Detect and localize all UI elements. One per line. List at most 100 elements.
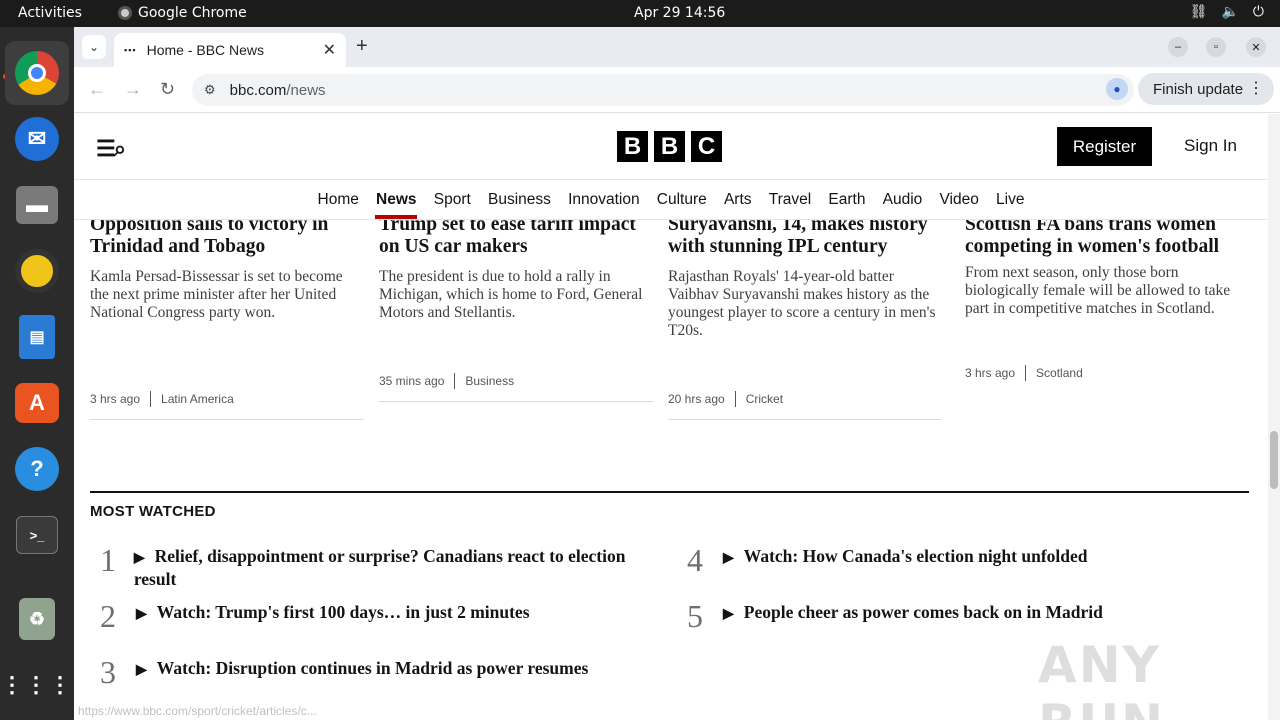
dock-writer[interactable]: ▤ <box>5 305 69 369</box>
dock-terminal[interactable]: >_ <box>5 503 69 567</box>
nav-audio[interactable]: Audio <box>874 180 931 219</box>
dock-trash[interactable]: ♻ <box>5 587 69 651</box>
rank-number: 5 <box>687 598 703 634</box>
close-tab-icon[interactable]: ✕ <box>323 40 336 60</box>
nav-business[interactable]: Business <box>479 180 559 219</box>
dock-show-apps[interactable]: ⋮⋮⋮ <box>1 653 71 717</box>
section-rule <box>90 491 1249 493</box>
new-tab-button[interactable]: + <box>356 35 368 58</box>
url-host: bbc.com <box>229 81 287 99</box>
profile-avatar[interactable]: ● <box>1106 78 1128 100</box>
video-title[interactable]: Relief, disappointment or surprise? Cana… <box>134 546 626 589</box>
forward-button[interactable]: → <box>124 79 142 100</box>
sign-in-link[interactable]: Sign In <box>1184 136 1237 156</box>
story-meta: 3 hrs ago Latin America <box>90 391 234 407</box>
activities-button[interactable]: Activities <box>18 5 82 21</box>
video-title[interactable]: People cheer as power comes back on in M… <box>744 602 1103 622</box>
app-menu[interactable]: Google Chrome <box>118 5 247 21</box>
logo-block: C <box>691 131 722 162</box>
tab-search-button[interactable]: ⌄ <box>82 35 106 59</box>
video-title[interactable]: Watch: Trump's first 100 days… in just 2… <box>157 602 530 622</box>
dock-chrome[interactable] <box>5 41 69 105</box>
bbc-logo[interactable]: B B C <box>617 131 722 162</box>
nav-news[interactable]: News <box>367 180 425 219</box>
address-bar[interactable]: ⚙ bbc.com/news ☆ <box>192 74 1134 106</box>
most-watched-item[interactable]: 5 ▶ People cheer as power comes back on i… <box>687 598 1227 635</box>
nav-innovation[interactable]: Innovation <box>559 180 648 219</box>
video-title[interactable]: Watch: Disruption continues in Madrid as… <box>157 658 589 678</box>
story-section[interactable]: Latin America <box>161 392 234 406</box>
tab-bbc-news[interactable]: ▪▪▪ Home - BBC News ✕ <box>114 33 346 67</box>
dock-rhythmbox[interactable] <box>5 239 69 303</box>
app-center-icon: A <box>15 383 59 423</box>
video-title[interactable]: Watch: How Canada's election night unfol… <box>744 546 1088 566</box>
story-headline-bottom[interactable]: competing in women's football <box>965 236 1219 257</box>
story-time: 3 hrs ago <box>90 392 141 406</box>
story-row: Opposition sails to victory in Trinidad a… <box>74 214 1268 420</box>
story-card[interactable]: Scottish FA bans trans women competing in… <box>965 214 1255 318</box>
site-info-icon[interactable]: ⚙ <box>204 82 216 98</box>
help-icon: ? <box>15 447 59 491</box>
chrome-icon <box>15 51 59 95</box>
register-button[interactable]: Register <box>1057 127 1152 166</box>
nav-culture[interactable]: Culture <box>648 180 715 219</box>
nav-travel[interactable]: Travel <box>760 180 820 219</box>
play-icon: ▶ <box>723 551 734 566</box>
trash-icon: ♻ <box>19 598 55 640</box>
scrollbar-thumb[interactable] <box>1270 431 1278 489</box>
dock-help[interactable]: ? <box>5 437 69 501</box>
most-watched-item[interactable]: 2 ▶ Watch: Trump's first 100 days… in jus… <box>100 598 640 635</box>
bbc-header: ☰⌕ B B C Register Sign In <box>74 114 1268 180</box>
story-section[interactable]: Scotland <box>1036 366 1083 380</box>
story-meta: 3 hrs ago Scotland <box>965 365 1083 381</box>
nav-video[interactable]: Video <box>931 180 988 219</box>
most-watched-item[interactable]: 1 ▶ Relief, disappointment or surprise? C… <box>100 542 640 589</box>
story-card[interactable]: Suryavanshi, 14, makes history with stunn… <box>668 214 943 340</box>
nav-arts[interactable]: Arts <box>715 180 760 219</box>
volume-icon: 🔈 <box>1221 4 1239 20</box>
more-menu-icon: ⋮ <box>1248 80 1264 97</box>
menu-search-icon[interactable]: ☰⌕ <box>96 136 126 162</box>
dock-app-center[interactable]: A <box>5 371 69 435</box>
story-headline-bottom[interactable]: Trinidad and Tobago <box>90 236 265 257</box>
browser-window: ⌄ ▪▪▪ Home - BBC News ✕ + – ▫ ✕ ← → ↻ ⚙ … <box>74 27 1280 720</box>
story-section[interactable]: Business <box>465 374 514 388</box>
story-headline-bottom[interactable]: on US car makers <box>379 236 528 257</box>
most-watched-item[interactable]: 4 ▶ Watch: How Canada's election night un… <box>687 542 1227 579</box>
dock-thunderbird[interactable]: ✉ <box>5 107 69 171</box>
close-window-button[interactable]: ✕ <box>1246 37 1266 57</box>
story-headline-bottom[interactable]: with stunning IPL century <box>668 236 887 257</box>
tab-title: Home - BBC News <box>146 42 265 58</box>
finish-update-button[interactable]: Finish update ⋮ <box>1138 73 1274 105</box>
nav-sport[interactable]: Sport <box>425 180 479 219</box>
system-tray[interactable]: ⛓ 🔈 ⏻ <box>1190 4 1264 20</box>
story-time: 20 hrs ago <box>668 392 725 406</box>
page-scrollbar[interactable] <box>1268 114 1280 720</box>
minimize-button[interactable]: – <box>1168 37 1188 57</box>
most-watched-item[interactable]: 3 ▶ Watch: Disruption continues in Madrid… <box>100 654 640 691</box>
chevron-down-icon: ⌄ <box>88 40 100 54</box>
rank-number: 2 <box>100 598 116 634</box>
tab-strip: ⌄ ▪▪▪ Home - BBC News ✕ + – ▫ ✕ <box>74 27 1280 67</box>
back-button[interactable]: ← <box>88 79 106 100</box>
story-card[interactable]: Opposition sails to victory in Trinidad a… <box>90 214 365 322</box>
rhythmbox-icon <box>15 249 59 293</box>
nav-earth[interactable]: Earth <box>820 180 874 219</box>
thunderbird-icon: ✉ <box>15 117 59 161</box>
maximize-button[interactable]: ▫ <box>1206 37 1226 57</box>
divider <box>668 419 941 420</box>
reload-button[interactable]: ↻ <box>160 79 175 100</box>
nav-home[interactable]: Home <box>309 180 368 219</box>
clock[interactable]: Apr 29 14:56 <box>634 5 725 21</box>
url-path: /news <box>286 81 326 99</box>
dock: ✉ ▬ ▤ A ? >_ ♻ ⋮⋮⋮ <box>0 27 74 720</box>
bbc-favicon-icon: ▪▪▪ <box>124 45 137 55</box>
story-card[interactable]: Trump set to ease tariff impact on US car… <box>379 214 654 322</box>
play-icon: ▶ <box>133 551 145 566</box>
rank-number: 3 <box>100 654 116 690</box>
rank-number: 1 <box>100 542 116 578</box>
story-meta: 35 mins ago Business <box>379 373 514 389</box>
story-section[interactable]: Cricket <box>746 392 783 406</box>
dock-files[interactable]: ▬ <box>5 173 69 237</box>
nav-live[interactable]: Live <box>987 180 1033 219</box>
